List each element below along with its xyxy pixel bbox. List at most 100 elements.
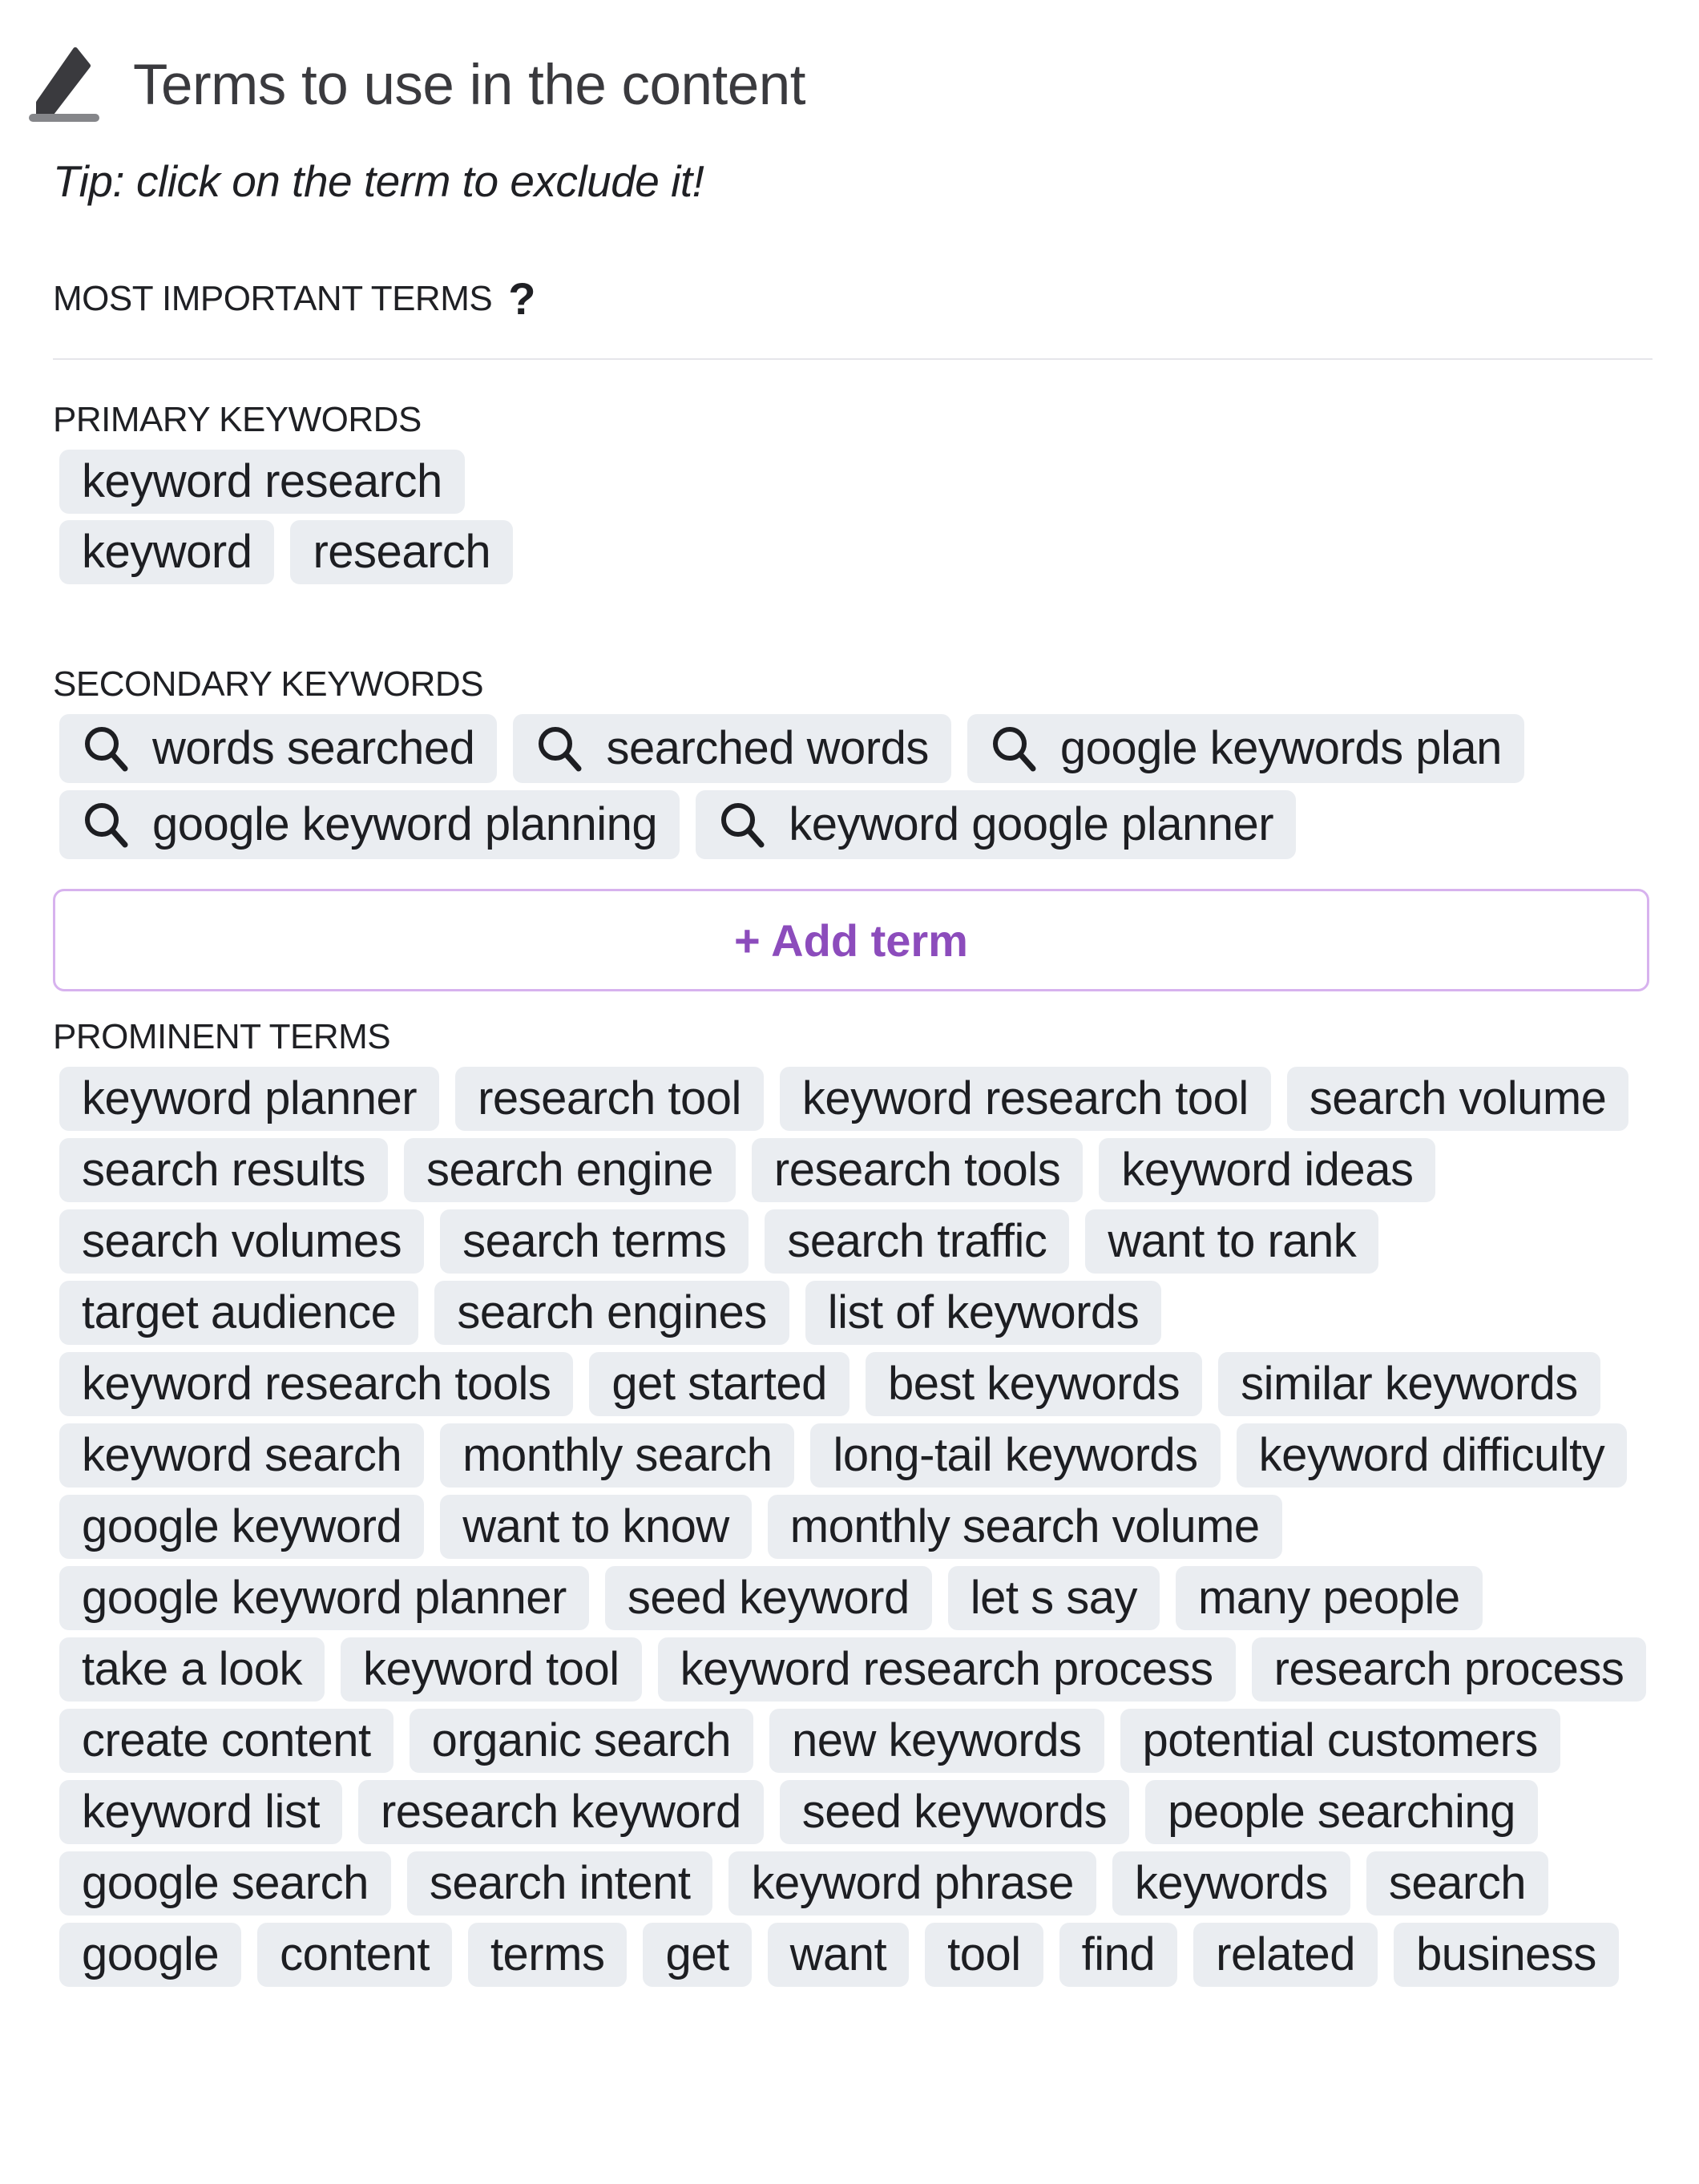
- primary-keyword-chip[interactable]: keyword research: [59, 450, 465, 514]
- prominent-terms-label: PROMINENT TERMS: [53, 1017, 391, 1056]
- chip-label: tool: [947, 1928, 1021, 1980]
- prominent-term-chip[interactable]: search volume: [1286, 1067, 1629, 1131]
- prominent-term-chip[interactable]: seed keyword: [604, 1566, 932, 1630]
- prominent-term-chip[interactable]: find: [1059, 1923, 1178, 1987]
- prominent-term-chip[interactable]: research tools: [751, 1138, 1084, 1202]
- chip-label: seed keywords: [801, 1786, 1108, 1838]
- prominent-term-chip[interactable]: create content: [59, 1709, 393, 1773]
- prominent-term-chip[interactable]: potential customers: [1120, 1709, 1560, 1773]
- prominent-term-chip[interactable]: long-tail keywords: [810, 1423, 1221, 1488]
- prominent-term-chip[interactable]: keyword list: [59, 1780, 342, 1844]
- prominent-term-chip[interactable]: google search: [59, 1851, 391, 1916]
- chip-label: keyword research process: [680, 1643, 1213, 1695]
- prominent-term-chip[interactable]: search terms: [440, 1209, 749, 1274]
- prominent-term-chip[interactable]: best keywords: [865, 1352, 1203, 1416]
- prominent-term-chip[interactable]: similar keywords: [1218, 1352, 1600, 1416]
- primary-keyword-chip[interactable]: keyword: [59, 520, 275, 584]
- search-icon: [82, 800, 131, 850]
- secondary-keyword-chip[interactable]: google keywords plan: [967, 714, 1524, 783]
- prominent-term-chip[interactable]: keywords: [1112, 1851, 1350, 1916]
- prominent-term-chip[interactable]: terms: [467, 1923, 628, 1987]
- secondary-keywords-label: SECONDARY KEYWORDS: [53, 664, 484, 704]
- chip-label: target audience: [82, 1286, 397, 1338]
- prominent-term-chip[interactable]: get: [643, 1923, 752, 1987]
- chip-label: create content: [82, 1714, 371, 1766]
- add-term-button[interactable]: + Add term: [53, 889, 1649, 991]
- prominent-term-chip[interactable]: keyword research tool: [779, 1067, 1271, 1131]
- prominent-term-chip[interactable]: search: [1366, 1851, 1548, 1916]
- prominent-term-chip[interactable]: get started: [589, 1352, 850, 1416]
- chip-label: research tools: [773, 1144, 1061, 1196]
- prominent-term-chip[interactable]: keyword tool: [341, 1637, 642, 1702]
- prominent-term-chip[interactable]: people searching: [1145, 1780, 1538, 1844]
- chip-label: research keyword: [380, 1786, 741, 1838]
- prominent-term-chip[interactable]: search engine: [404, 1138, 736, 1202]
- secondary-keyword-chip[interactable]: keyword google planner: [696, 790, 1297, 859]
- prominent-term-chip[interactable]: content: [257, 1923, 452, 1987]
- prominent-term-chip[interactable]: seed keywords: [779, 1780, 1130, 1844]
- prominent-term-chip[interactable]: keyword planner: [59, 1067, 440, 1131]
- chip-label: new keywords: [792, 1714, 1082, 1766]
- prominent-term-chip[interactable]: many people: [1175, 1566, 1483, 1630]
- prominent-term-chip[interactable]: let s say: [947, 1566, 1160, 1630]
- primary-keyword-chip[interactable]: research: [290, 520, 514, 584]
- chip-label: keyword: [82, 526, 252, 578]
- chip-label: people searching: [1168, 1786, 1515, 1838]
- chip-label: search traffic: [787, 1215, 1047, 1267]
- most-important-label: MOST IMPORTANT TERMS: [53, 278, 493, 318]
- prominent-term-chip[interactable]: google: [59, 1923, 242, 1987]
- chip-label: find: [1081, 1928, 1156, 1980]
- prominent-term-chip[interactable]: keyword ideas: [1099, 1138, 1436, 1202]
- prominent-term-chip[interactable]: new keywords: [769, 1709, 1104, 1773]
- chip-label: searched words: [606, 722, 929, 774]
- prominent-term-chip[interactable]: search results: [59, 1138, 389, 1202]
- secondary-keyword-chip[interactable]: google keyword planning: [59, 790, 680, 859]
- help-icon[interactable]: ?: [508, 272, 535, 325]
- prominent-term-chip[interactable]: keyword phrase: [728, 1851, 1096, 1916]
- prominent-term-chip[interactable]: search engines: [434, 1281, 789, 1345]
- search-icon: [82, 724, 131, 773]
- prominent-term-chip[interactable]: keyword research process: [657, 1637, 1236, 1702]
- chip-label: search volume: [1309, 1072, 1607, 1124]
- search-icon: [718, 800, 768, 850]
- prominent-term-chip[interactable]: keyword difficulty: [1236, 1423, 1628, 1488]
- secondary-keyword-chip[interactable]: searched words: [513, 714, 951, 783]
- prominent-term-chip[interactable]: organic search: [409, 1709, 754, 1773]
- prominent-term-chip[interactable]: search traffic: [765, 1209, 1070, 1274]
- chip-label: list of keywords: [827, 1286, 1140, 1338]
- chip-label: google keyword planner: [82, 1572, 567, 1624]
- chip-label: terms: [490, 1928, 605, 1980]
- prominent-term-chip[interactable]: tool: [925, 1923, 1043, 1987]
- tip-text: Tip: click on the term to exclude it!: [53, 156, 704, 206]
- prominent-term-chip[interactable]: business: [1393, 1923, 1619, 1987]
- prominent-term-chip[interactable]: search intent: [406, 1851, 713, 1916]
- prominent-term-chip[interactable]: want to know: [440, 1495, 752, 1559]
- prominent-term-chip[interactable]: want: [767, 1923, 910, 1987]
- prominent-term-chip[interactable]: keyword search: [59, 1423, 425, 1488]
- terms-panel: Terms to use in the content Tip: click o…: [0, 45, 1699, 1994]
- divider: [53, 358, 1653, 360]
- prominent-term-chip[interactable]: research process: [1251, 1637, 1647, 1702]
- prominent-term-chip[interactable]: list of keywords: [805, 1281, 1162, 1345]
- chip-label: keyword phrase: [751, 1857, 1074, 1909]
- prominent-term-chip[interactable]: target audience: [59, 1281, 419, 1345]
- prominent-term-chip[interactable]: take a look: [59, 1637, 325, 1702]
- prominent-term-chip[interactable]: keyword research tools: [59, 1352, 574, 1416]
- secondary-keyword-chip[interactable]: words searched: [59, 714, 498, 783]
- pencil-icon: [27, 46, 101, 123]
- prominent-term-chip[interactable]: search volumes: [59, 1209, 425, 1274]
- prominent-term-chip[interactable]: related: [1193, 1923, 1378, 1987]
- prominent-term-chip[interactable]: google keyword planner: [59, 1566, 589, 1630]
- chip-label: get: [665, 1928, 729, 1980]
- chip-label: want to know: [462, 1500, 729, 1552]
- primary-keywords-list: keyword research keyword research: [59, 450, 1670, 591]
- prominent-term-chip[interactable]: research keyword: [357, 1780, 764, 1844]
- prominent-term-chip[interactable]: research tool: [455, 1067, 764, 1131]
- chip-label: seed keyword: [627, 1572, 910, 1624]
- prominent-term-chip[interactable]: google keyword: [59, 1495, 425, 1559]
- prominent-term-chip[interactable]: want to rank: [1085, 1209, 1379, 1274]
- chip-label: keywords: [1134, 1857, 1328, 1909]
- chip-label: search results: [82, 1144, 366, 1196]
- prominent-term-chip[interactable]: monthly search volume: [767, 1495, 1282, 1559]
- prominent-term-chip[interactable]: monthly search: [440, 1423, 795, 1488]
